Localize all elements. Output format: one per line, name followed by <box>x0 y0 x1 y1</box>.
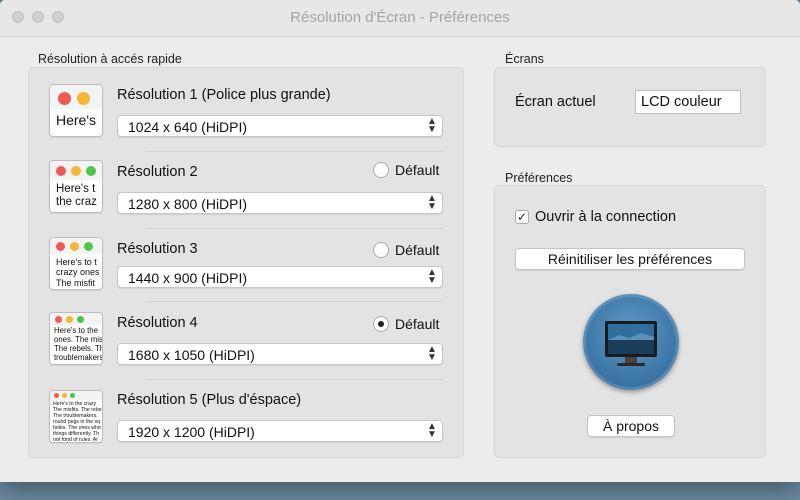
preview-yellow-dot-icon <box>62 393 67 398</box>
current-screen-label: Écran actuel <box>515 94 596 110</box>
resolution-select-2[interactable]: 1280 x 800 (HiDPI) ▲ ▼ <box>117 192 443 214</box>
preview-green-dot-icon <box>70 393 75 398</box>
default-radio-label: Défault <box>395 242 440 258</box>
quick-access-panel: Here's Résolution 1 (Police plus grande)… <box>28 67 464 458</box>
screens-section-label: Écrans <box>505 52 544 66</box>
updown-chevron-icon: ▲ ▼ <box>427 344 437 363</box>
updown-chevron-icon: ▲ ▼ <box>427 193 437 212</box>
resolution-title: Résolution 5 (Plus d'éspace) <box>117 392 302 408</box>
preview-green-dot-icon <box>77 316 84 323</box>
open-at-login-label: Ouvrir à la connection <box>535 209 677 225</box>
resolution-preview-text: Here's <box>56 112 97 128</box>
updown-chevron-icon: ▲ ▼ <box>427 116 437 135</box>
resolution-title: Résolution 1 (Police plus grande) <box>117 87 331 103</box>
resolution-row-3: Here's to t crazy ones The misfit Résolu… <box>29 231 463 309</box>
preview-yellow-dot-icon <box>77 92 90 105</box>
preview-red-dot-icon <box>55 316 62 323</box>
title-bar: Résolution d'Écran - Préférences <box>0 0 800 37</box>
open-at-login-checkbox[interactable]: ✓ <box>515 210 529 224</box>
divider <box>145 379 443 380</box>
reset-preferences-button[interactable]: Réinitiliser les préférences <box>515 248 745 270</box>
preferences-section-label: Préférences <box>505 171 573 185</box>
resolution-preview-2: Here's t the craz <box>49 160 103 213</box>
resolution-preview-text: Here's to the ones. The mis The rebels. … <box>54 326 103 362</box>
divider <box>145 228 443 229</box>
resolution-select-4[interactable]: 1680 x 1050 (HiDPI) ▲ ▼ <box>117 343 443 365</box>
about-button[interactable]: À propos <box>587 415 675 437</box>
updown-chevron-icon: ▲ ▼ <box>427 421 437 440</box>
default-radio-label: Défault <box>395 316 440 332</box>
preview-yellow-dot-icon <box>70 242 79 251</box>
preview-red-dot-icon <box>56 242 65 251</box>
resolution-select-value: 1920 x 1200 (HiDPI) <box>128 424 255 440</box>
updown-chevron-icon: ▲ ▼ <box>427 267 437 286</box>
preview-yellow-dot-icon <box>66 316 73 323</box>
preferences-window: Résolution d'Écran - Préférences Résolut… <box>0 0 800 482</box>
divider <box>145 151 443 152</box>
preview-yellow-dot-icon <box>71 166 81 176</box>
resolution-preview-3: Here's to t crazy ones The misfit <box>49 237 103 290</box>
resolution-title: Résolution 3 <box>117 241 198 257</box>
resolution-preview-1: Here's <box>49 84 103 137</box>
resolution-select-value: 1680 x 1050 (HiDPI) <box>128 347 255 363</box>
resolution-row-5: Here's to the crazy The misfits. The reb… <box>29 384 463 462</box>
resolution-preview-text: Here's t the craz <box>56 183 97 209</box>
resolution-row-4: Here's to the ones. The mis The rebels. … <box>29 306 463 384</box>
default-radio-3[interactable] <box>373 242 389 258</box>
preferences-panel: ✓ Ouvrir à la connection Réinitiliser le… <box>494 185 766 458</box>
monitor-icon <box>605 321 657 366</box>
resolution-title: Résolution 2 <box>117 164 198 180</box>
preview-red-dot-icon <box>54 393 59 398</box>
preview-red-dot-icon <box>56 166 66 176</box>
resolution-select-1[interactable]: 1024 x 640 (HiDPI) ▲ ▼ <box>117 115 443 137</box>
resolution-select-value: 1440 x 900 (HiDPI) <box>128 270 248 286</box>
quick-access-section-label: Résolution à accés rapide <box>38 52 182 66</box>
display-app-icon <box>583 294 679 390</box>
resolution-select-3[interactable]: 1440 x 900 (HiDPI) ▲ ▼ <box>117 266 443 288</box>
resolution-row-2: Here's t the craz Résolution 2 Défault 1… <box>29 154 463 232</box>
default-radio-2[interactable] <box>373 162 389 178</box>
preview-green-dot-icon <box>84 242 93 251</box>
checkmark-icon: ✓ <box>516 210 528 224</box>
resolution-select-value: 1024 x 640 (HiDPI) <box>128 119 248 135</box>
resolution-row-1: Here's Résolution 1 (Police plus grande)… <box>29 78 463 156</box>
resolution-preview-4: Here's to the ones. The mis The rebels. … <box>49 312 103 365</box>
default-radio-label: Défault <box>395 162 440 178</box>
current-screen-field[interactable]: LCD couleur <box>635 90 741 114</box>
preview-green-dot-icon <box>86 166 96 176</box>
resolution-title: Résolution 4 <box>117 315 198 331</box>
screens-panel: Écran actuel LCD couleur <box>494 67 766 147</box>
resolution-select-value: 1280 x 800 (HiDPI) <box>128 196 248 212</box>
resolution-select-5[interactable]: 1920 x 1200 (HiDPI) ▲ ▼ <box>117 420 443 442</box>
resolution-preview-5: Here's to the crazy The misfits. The reb… <box>49 390 103 443</box>
resolution-preview-text: Here's to the crazy The misfits. The reb… <box>53 401 102 443</box>
preview-red-dot-icon <box>58 92 71 105</box>
divider <box>145 301 443 302</box>
resolution-preview-text: Here's to t crazy ones The misfit <box>56 257 100 288</box>
window-title: Résolution d'Écran - Préférences <box>290 9 510 26</box>
default-radio-4[interactable] <box>373 316 389 332</box>
